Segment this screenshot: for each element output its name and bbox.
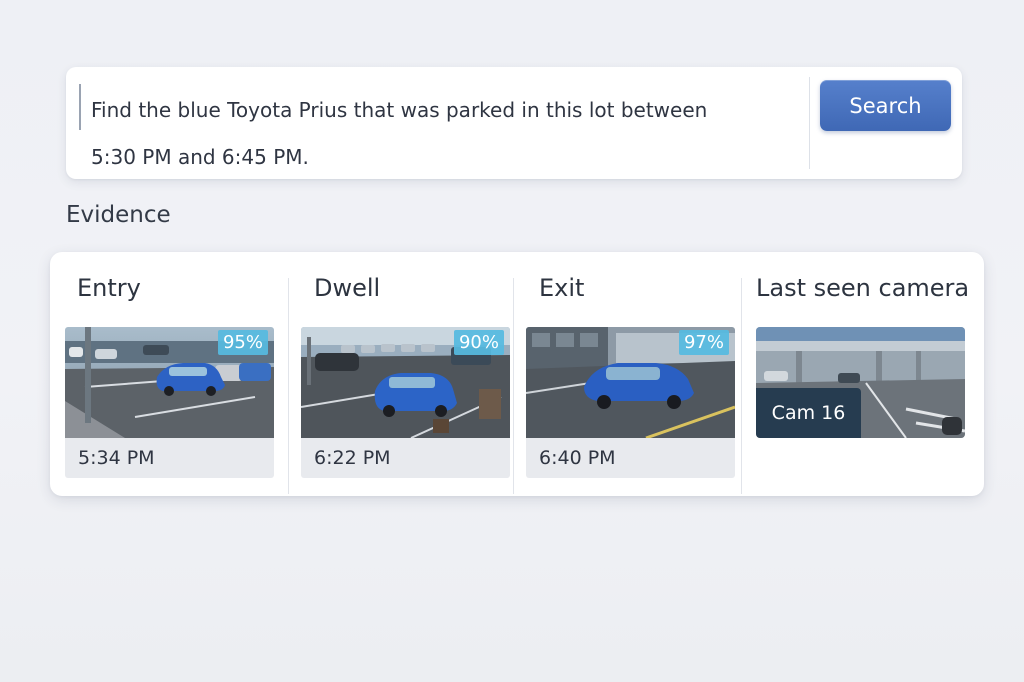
search-divider: [809, 77, 810, 169]
timestamp: 6:40 PM: [526, 438, 735, 478]
stage-title-last-seen: Last seen camera: [756, 274, 970, 302]
text-cursor: [79, 84, 81, 130]
entry-thumbnail: 95%: [65, 327, 274, 438]
evidence-card-exit[interactable]: 97% 6:40 PM: [526, 327, 735, 478]
evidence-card-entry[interactable]: 95% 5:34 PM: [65, 327, 274, 478]
dwell-thumbnail: 90%: [301, 327, 510, 438]
confidence-badge: 97%: [678, 330, 729, 355]
column-divider: [741, 278, 742, 494]
search-query-input[interactable]: Find the blue Toyota Prius that was park…: [91, 87, 781, 181]
column-divider: [288, 278, 289, 494]
evidence-heading: Evidence: [66, 202, 171, 228]
stage-title-entry: Entry: [77, 274, 141, 302]
exit-thumbnail: 97%: [526, 327, 735, 438]
timestamp: 6:22 PM: [301, 438, 510, 478]
last-seen-camera-card[interactable]: Cam 16: [756, 327, 965, 438]
search-button[interactable]: Search: [820, 80, 951, 131]
evidence-panel: Entry 95% 5:34 PM Dwell 90% 6:22 PM Exit…: [50, 252, 984, 496]
column-divider: [513, 278, 514, 494]
confidence-badge: 90%: [453, 330, 504, 355]
timestamp: 5:34 PM: [65, 438, 274, 478]
search-panel: Find the blue Toyota Prius that was park…: [66, 67, 962, 179]
evidence-card-dwell[interactable]: 90% 6:22 PM: [301, 327, 510, 478]
stage-title-dwell: Dwell: [314, 274, 381, 302]
camera-label: Cam 16: [756, 388, 861, 438]
stage-title-exit: Exit: [539, 274, 585, 302]
confidence-badge: 95%: [217, 330, 268, 355]
